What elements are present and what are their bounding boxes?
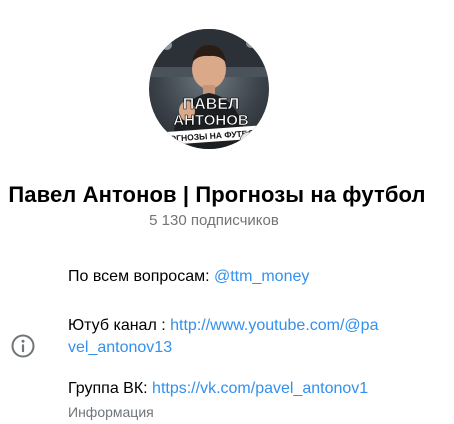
avatar-name-line2: АНТОНОВ — [173, 112, 249, 129]
contact-label: По всем вопросам: — [68, 268, 214, 285]
avatar-image: ПАВЕЛ АНТОНОВ ПРОГНОЗЫ НА ФУТБОЛ — [149, 29, 269, 149]
youtube-link-part2[interactable]: vel_antonov13 — [68, 339, 172, 356]
info-circle-icon — [11, 334, 35, 358]
avatar-name-line1: ПАВЕЛ — [183, 96, 240, 113]
subscriber-count: 5 130 подписчиков — [149, 212, 279, 229]
channel-title: Павел Антонов | Прогнозы на футбол — [8, 182, 426, 207]
channel-info-panel: ПАВЕЛ АНТОНОВ ПРОГНОЗЫ НА ФУТБОЛ Павел А… — [0, 0, 454, 424]
info-section-label: Информация — [68, 404, 154, 420]
vk-link[interactable]: https://vk.com/pavel_antonov1 — [152, 380, 368, 397]
description-vk-line: Группа ВК: https://vk.com/pavel_antonov1 — [68, 378, 368, 400]
contact-link[interactable]: @ttm_money — [214, 268, 309, 285]
channel-avatar[interactable]: ПАВЕЛ АНТОНОВ ПРОГНОЗЫ НА ФУТБОЛ — [149, 29, 269, 149]
vk-label: Группа ВК: — [68, 380, 153, 397]
description-contact-line: По всем вопросам: @ttm_money — [68, 266, 309, 288]
youtube-link-part1[interactable]: http://www.youtube.com/@pa — [170, 317, 378, 334]
youtube-label: Ютуб канал : — [68, 317, 171, 334]
description-youtube-line: Ютуб канал : http://www.youtube.com/@pa v… — [68, 315, 378, 359]
